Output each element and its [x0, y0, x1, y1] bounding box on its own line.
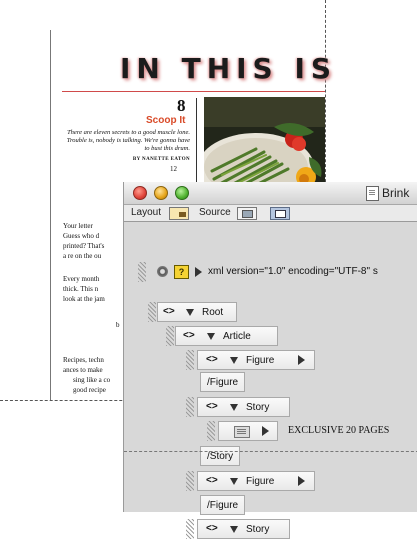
tree-node-figure[interactable]: <> Figure — [197, 471, 315, 491]
body-line: thick. This n — [63, 285, 99, 293]
body-line: Every month — [63, 275, 100, 283]
divider — [124, 451, 417, 453]
tree-node-figure[interactable]: <> Figure — [197, 350, 315, 370]
layout-label: Layout — [131, 207, 162, 218]
body-line: look at the jam — [63, 295, 105, 303]
tree-node-label: Figure — [246, 355, 275, 366]
gear-icon[interactable] — [157, 266, 168, 277]
body-line: Recipes, techn — [63, 356, 104, 364]
tree-node-label: Article — [223, 331, 251, 342]
page-headline: IN THIS IS — [120, 52, 338, 85]
section-title: Scoop It — [146, 115, 186, 126]
tree-node-article[interactable]: <> Article — [175, 326, 278, 346]
structure-view-button[interactable] — [270, 207, 290, 220]
view-toolbar: Layout Source — [124, 205, 417, 222]
processing-instruction-icon: ? — [174, 265, 189, 279]
column-rule — [196, 98, 197, 188]
element-tag-icon: <> — [206, 475, 218, 486]
expand-arrow-icon[interactable] — [195, 267, 202, 277]
drag-grip[interactable] — [138, 262, 146, 282]
tree-node-label: Root — [202, 307, 224, 318]
document-icon — [366, 186, 379, 201]
drag-grip[interactable] — [166, 326, 174, 346]
drag-grip[interactable] — [186, 471, 194, 491]
page-margin-rule — [50, 30, 51, 400]
source-view-button[interactable] — [237, 207, 257, 220]
minimize-button[interactable] — [154, 186, 168, 200]
element-tag-icon: <> — [183, 330, 195, 341]
text-content-icon — [234, 426, 250, 438]
drag-grip[interactable] — [148, 302, 156, 322]
window-title: Brink — [382, 186, 410, 200]
body-line: Your letter — [63, 222, 93, 230]
window-titlebar[interactable]: Brink — [124, 182, 417, 205]
tree-node-label: Story — [246, 402, 270, 413]
element-tag-icon: <> — [206, 354, 218, 365]
element-tag-icon: <> — [163, 306, 175, 317]
close-button[interactable] — [133, 186, 147, 200]
xml-prolog-text: xml version="1.0" encoding="UTF-8" s — [208, 266, 378, 277]
collapse-arrow-icon[interactable] — [230, 478, 238, 485]
body-line: ances to make — [63, 366, 103, 374]
structure-window: Brink Layout Source ? xml version="1.0" … — [123, 182, 417, 539]
body-line: a re on the ou — [63, 252, 102, 260]
headline-rule — [62, 91, 325, 92]
zoom-button[interactable] — [175, 186, 189, 200]
collapse-arrow-icon[interactable] — [230, 357, 238, 364]
tree-node-end-story[interactable]: /Story — [200, 446, 241, 466]
expand-arrow-icon[interactable] — [262, 426, 269, 436]
body-line: good recipe — [73, 386, 106, 394]
drag-grip[interactable] — [186, 397, 194, 417]
body-line: Guess who d — [63, 232, 100, 240]
collapse-arrow-icon[interactable] — [230, 526, 238, 533]
source-label: Source — [199, 207, 231, 218]
tree-node-end-figure[interactable]: /Figure — [200, 372, 246, 392]
tree-node-root[interactable]: <> Root — [157, 302, 237, 322]
collapse-arrow-icon[interactable] — [230, 404, 238, 411]
collapse-arrow-icon[interactable] — [207, 333, 215, 340]
drag-grip[interactable] — [186, 519, 194, 539]
tree-node-text[interactable] — [218, 421, 278, 441]
drag-grip[interactable] — [186, 350, 194, 370]
drag-grip[interactable] — [207, 421, 215, 441]
body-line: sing like a co — [73, 376, 111, 384]
page-reference: 12 — [170, 165, 177, 173]
tree-node-label: Story — [246, 524, 270, 535]
structure-pane[interactable]: ? xml version="1.0" encoding="UTF-8" s <… — [124, 222, 417, 539]
expand-arrow-icon[interactable] — [298, 355, 305, 365]
tree-node-label: Figure — [246, 476, 275, 487]
body-line: printed? That's — [63, 242, 105, 250]
text-content-preview: EXCLUSIVE 20 PAGES — [288, 425, 390, 436]
element-tag-icon: <> — [206, 523, 218, 534]
article-deck: There are eleven secrets to a good muscl… — [66, 129, 190, 152]
expand-arrow-icon[interactable] — [298, 476, 305, 486]
layout-view-button[interactable] — [169, 207, 189, 220]
page-number: 8 — [177, 96, 186, 115]
tree-node-story[interactable]: <> Story — [197, 519, 290, 539]
tree-node-end-figure[interactable]: /Figure — [200, 495, 246, 515]
tree-node-story[interactable]: <> Story — [197, 397, 290, 417]
collapse-arrow-icon[interactable] — [186, 309, 194, 316]
element-tag-icon: <> — [206, 401, 218, 412]
body-line: b — [116, 321, 120, 329]
article-byline: BY NANETTE EATON — [132, 157, 190, 162]
